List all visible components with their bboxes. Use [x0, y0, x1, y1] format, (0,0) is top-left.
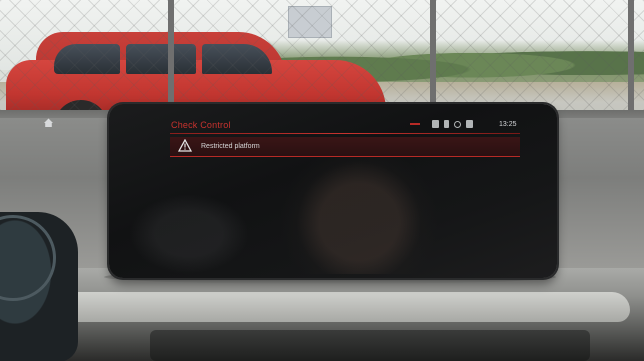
home-icon[interactable]: [43, 117, 54, 128]
dashboard-trim: [40, 292, 630, 322]
status-bar: [432, 119, 473, 129]
media-icon: [432, 120, 439, 128]
photo-scene: Check Control 13:25 Restricted platform: [0, 0, 644, 361]
red-indicator: [410, 123, 420, 125]
signal-icon: [454, 120, 461, 128]
car-window: [126, 44, 196, 74]
screen-reflection: [279, 144, 439, 274]
message-text: Restricted platform: [201, 143, 260, 150]
car-window: [54, 44, 120, 74]
infotainment-display[interactable]: [109, 104, 557, 278]
clock: 13:25: [499, 121, 517, 128]
screen-reflection: [129, 194, 249, 274]
air-vent: [150, 330, 590, 361]
page-title: Check Control: [171, 120, 231, 130]
settings-icon: [466, 120, 473, 128]
warning-triangle-icon: [178, 139, 192, 152]
phone-icon: [444, 120, 449, 128]
title-underline: [170, 133, 520, 134]
